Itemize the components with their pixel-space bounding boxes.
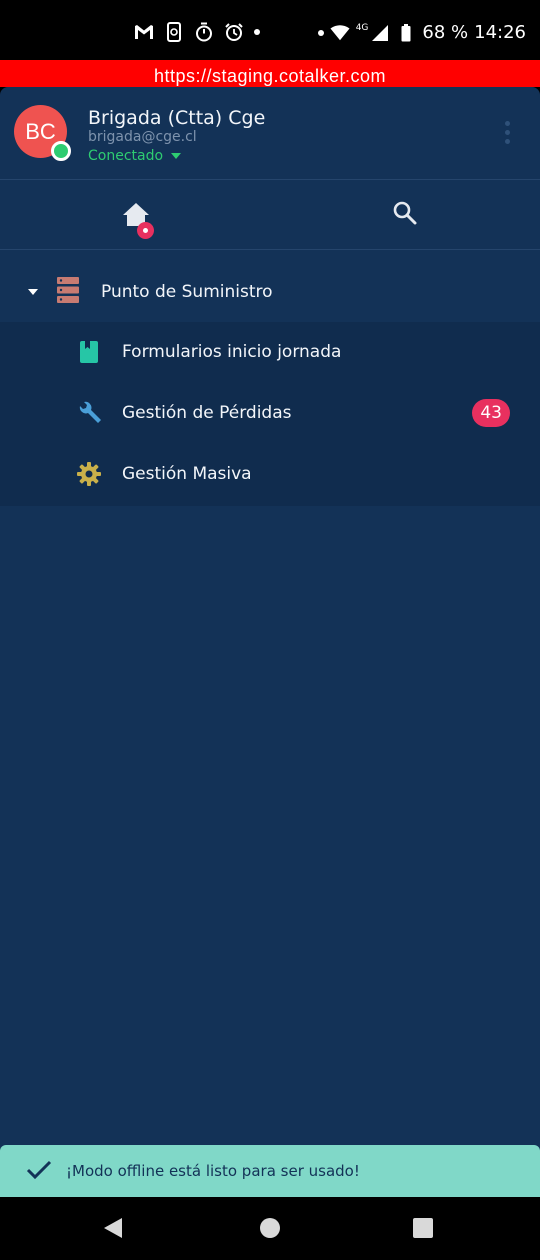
signal-icon xyxy=(370,23,390,43)
more-options-icon[interactable] xyxy=(505,121,510,144)
user-email: brigada@cge.cl xyxy=(88,129,197,145)
clock: 14:26 xyxy=(474,22,526,43)
status-label: Conectado xyxy=(88,148,164,164)
search-icon xyxy=(393,201,417,225)
status-bar: 4G 68 % 14:26 xyxy=(0,0,540,60)
status-selector[interactable]: Conectado xyxy=(88,148,182,164)
menu-item-formularios[interactable]: Formularios inicio jornada xyxy=(0,322,540,383)
menu-item-label: Formularios inicio jornada xyxy=(122,342,342,362)
gmail-icon xyxy=(134,22,154,42)
battery-level: 68 % xyxy=(422,22,469,43)
user-name: Brigada (Ctta) Cge xyxy=(88,107,266,129)
notification-icons xyxy=(134,22,260,42)
presence-indicator xyxy=(51,141,71,161)
menu-item-label: Gestión de Pérdidas xyxy=(122,403,292,423)
timer-icon xyxy=(194,22,214,42)
count-badge: 43 xyxy=(472,399,510,427)
snackbar-message: ¡Modo offline está listo para ser usado! xyxy=(66,1162,360,1180)
home-circle-icon[interactable] xyxy=(260,1218,280,1238)
server-icon xyxy=(57,277,79,303)
notification-dot xyxy=(137,222,154,239)
offline-snackbar: ¡Modo offline está listo para ser usado! xyxy=(0,1145,540,1197)
dot-indicator xyxy=(317,29,324,36)
system-icons: 4G 68 % 14:26 xyxy=(317,22,526,43)
android-navigation-bar xyxy=(0,1197,540,1260)
group-punto-de-suministro[interactable]: Punto de Suministro xyxy=(0,260,540,322)
search-button[interactable] xyxy=(392,200,418,230)
drawer-nav-bar xyxy=(0,180,540,250)
group-items: Formularios inicio jornada Gestión de Pé… xyxy=(0,322,540,506)
book-icon xyxy=(77,340,101,364)
profile-header: BC Brigada (Ctta) Cge brigada@cge.cl Con… xyxy=(0,87,540,180)
wrench-icon xyxy=(77,401,101,425)
menu-item-gestion-perdidas[interactable]: Gestión de Pérdidas 43 xyxy=(0,383,540,444)
gear-icon xyxy=(77,462,101,486)
menu-item-gestion-masiva[interactable]: Gestión Masiva xyxy=(0,444,540,505)
recents-icon[interactable] xyxy=(413,1218,433,1238)
wifi-icon xyxy=(330,23,350,43)
group-label: Punto de Suministro xyxy=(101,282,273,302)
alarm-icon xyxy=(224,22,244,42)
sync-icon xyxy=(164,22,184,42)
chevron-down-icon xyxy=(28,289,38,295)
back-icon[interactable] xyxy=(104,1218,122,1238)
url-banner: https://staging.cotalker.com xyxy=(0,60,540,87)
battery-icon xyxy=(396,23,416,43)
more-notifications-dot xyxy=(254,29,260,35)
check-icon xyxy=(26,1159,52,1185)
navigation-drawer: BC Brigada (Ctta) Cge brigada@cge.cl Con… xyxy=(0,87,540,1197)
menu-item-label: Gestión Masiva xyxy=(122,464,252,484)
network-type: 4G xyxy=(355,22,369,33)
chevron-down-icon xyxy=(171,153,182,159)
